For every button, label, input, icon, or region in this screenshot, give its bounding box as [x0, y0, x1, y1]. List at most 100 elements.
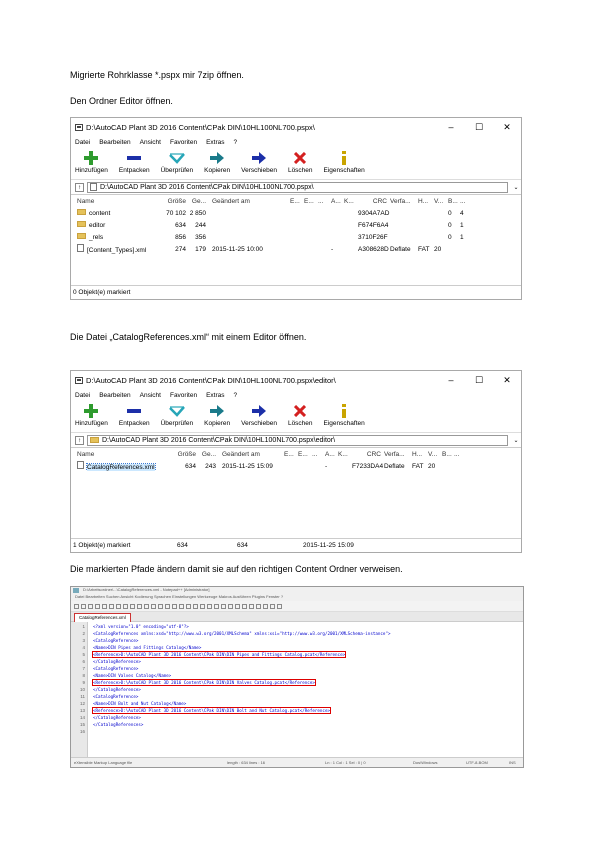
stop-macro-icon[interactable]: [256, 603, 261, 609]
play-macro-icon[interactable]: [263, 603, 268, 609]
maximize-button[interactable]: ☐: [465, 122, 493, 133]
col-name[interactable]: Name: [77, 198, 163, 205]
copy-icon[interactable]: [130, 603, 135, 609]
show-all-icon[interactable]: [207, 603, 212, 609]
print-icon[interactable]: [116, 603, 121, 609]
test-button[interactable]: Überprüfen: [161, 402, 193, 427]
menu-ansicht[interactable]: Ansicht: [140, 139, 161, 146]
col-b[interactable]: B...: [448, 198, 460, 205]
zoom-out-icon[interactable]: [179, 603, 184, 609]
record-macro-icon[interactable]: [249, 603, 254, 609]
menu-favoriten[interactable]: Favoriten: [170, 392, 197, 399]
replace-icon[interactable]: [165, 603, 170, 609]
col-attr[interactable]: A...: [325, 451, 338, 458]
minimize-button[interactable]: –: [437, 122, 465, 132]
close-all-icon[interactable]: [109, 603, 114, 609]
find-icon[interactable]: [158, 603, 163, 609]
doc-map-icon[interactable]: [228, 603, 233, 609]
tab-catalogreferences[interactable]: CatalogReferences.xml: [74, 613, 131, 622]
extract-button[interactable]: Entpacken: [119, 402, 150, 427]
sync-v-icon[interactable]: [186, 603, 191, 609]
undo-icon[interactable]: [144, 603, 149, 609]
menu-bearbeiten[interactable]: Bearbeiten: [99, 139, 130, 146]
table-row[interactable]: content 70 102 2 850 9304A7AD 0 4: [71, 207, 521, 219]
col-size[interactable]: Größe: [173, 451, 199, 458]
save-icon[interactable]: [88, 603, 93, 609]
col-e2[interactable]: E...: [304, 198, 318, 205]
table-row[interactable]: [Content_Types].xml 274 179 2015-11-25 1…: [71, 243, 521, 255]
editor-body[interactable]: 1 2 3 4 5 6 7 8 9 10 11 12 13 14 15 16 <…: [71, 622, 523, 762]
move-button[interactable]: Verschieben: [241, 402, 277, 427]
menu-extras[interactable]: Extras: [206, 392, 224, 399]
copy-button[interactable]: Kopieren: [204, 402, 230, 427]
menu-datei[interactable]: Datei: [75, 392, 90, 399]
folder-workspace-icon[interactable]: [242, 603, 247, 609]
close-button[interactable]: ✕: [493, 375, 521, 386]
properties-button[interactable]: Eigenschaften: [324, 149, 365, 174]
zoom-in-icon[interactable]: [172, 603, 177, 609]
col-packed[interactable]: Ge...: [189, 198, 209, 205]
col-packed[interactable]: Ge...: [199, 451, 219, 458]
copy-button[interactable]: Kopieren: [204, 149, 230, 174]
redo-icon[interactable]: [151, 603, 156, 609]
col-e2[interactable]: E...: [298, 451, 312, 458]
extract-button[interactable]: Entpacken: [119, 149, 150, 174]
col-crc[interactable]: CRC: [352, 451, 384, 458]
col-e1[interactable]: E...: [290, 198, 304, 205]
wrap-icon[interactable]: [200, 603, 205, 609]
lang-icon[interactable]: [221, 603, 226, 609]
add-button[interactable]: Hinzufügen: [75, 149, 108, 174]
col-method[interactable]: Verfa...: [384, 451, 412, 458]
col-name[interactable]: Name: [77, 451, 173, 458]
up-folder-icon[interactable]: ↑: [75, 435, 84, 445]
func-list-icon[interactable]: [235, 603, 240, 609]
table-row[interactable]: CatalogReferences.xml 634 243 2015-11-25…: [71, 460, 521, 472]
properties-button[interactable]: Eigenschaften: [324, 402, 365, 427]
delete-button[interactable]: Löschen: [288, 402, 313, 427]
address-input[interactable]: D:\AutoCAD Plant 3D 2016 Content\CPak DI…: [87, 434, 508, 446]
col-e1[interactable]: E...: [284, 451, 298, 458]
col-b[interactable]: B...: [442, 451, 454, 458]
paste-icon[interactable]: [137, 603, 142, 609]
indent-guide-icon[interactable]: [214, 603, 219, 609]
test-button[interactable]: Überprüfen: [161, 149, 193, 174]
col-dots[interactable]: ...: [318, 198, 331, 205]
col-modified[interactable]: Geändert am: [209, 198, 290, 205]
address-input[interactable]: D:\AutoCAD Plant 3D 2016 Content\CPak DI…: [87, 181, 508, 193]
menu-extras[interactable]: Extras: [206, 139, 224, 146]
chevron-down-icon[interactable]: ⌄: [511, 184, 521, 191]
col-size[interactable]: Größe: [163, 198, 189, 205]
col-v[interactable]: V...: [434, 198, 448, 205]
col-attr[interactable]: A...: [331, 198, 344, 205]
close-button[interactable]: ✕: [493, 122, 521, 133]
table-row[interactable]: editor 634 244 F674F6A4 0 1: [71, 219, 521, 231]
col-k[interactable]: K...: [344, 198, 358, 205]
menu-bearbeiten[interactable]: Bearbeiten: [99, 392, 130, 399]
col-x[interactable]: ...: [454, 451, 466, 458]
close-icon[interactable]: [102, 603, 107, 609]
open-file-icon[interactable]: [81, 603, 86, 609]
menu-help[interactable]: ?: [234, 139, 238, 146]
run-macro-icon[interactable]: [270, 603, 275, 609]
menu-help[interactable]: ?: [234, 392, 238, 399]
col-modified[interactable]: Geändert am: [219, 451, 284, 458]
col-dots[interactable]: ...: [312, 451, 325, 458]
col-x[interactable]: ...: [460, 198, 472, 205]
sync-h-icon[interactable]: [193, 603, 198, 609]
minimize-button[interactable]: –: [437, 375, 465, 385]
move-button[interactable]: Verschieben: [241, 149, 277, 174]
menu-ansicht[interactable]: Ansicht: [140, 392, 161, 399]
col-crc[interactable]: CRC: [358, 198, 390, 205]
menu-favoriten[interactable]: Favoriten: [170, 139, 197, 146]
table-row[interactable]: _rels 856 356 3710F26F 0 1: [71, 231, 521, 243]
col-host[interactable]: H...: [418, 198, 434, 205]
save-macro-icon[interactable]: [277, 603, 282, 609]
col-host[interactable]: H...: [412, 451, 428, 458]
add-button[interactable]: Hinzufügen: [75, 402, 108, 427]
chevron-down-icon[interactable]: ⌄: [511, 437, 521, 444]
col-method[interactable]: Verfa...: [390, 198, 418, 205]
new-file-icon[interactable]: [74, 603, 79, 609]
menu-datei[interactable]: Datei: [75, 139, 90, 146]
editor-menu-bar[interactable]: Datei Bearbeiten Suchen Ansicht Kodierun…: [71, 594, 523, 601]
maximize-button[interactable]: ☐: [465, 375, 493, 386]
